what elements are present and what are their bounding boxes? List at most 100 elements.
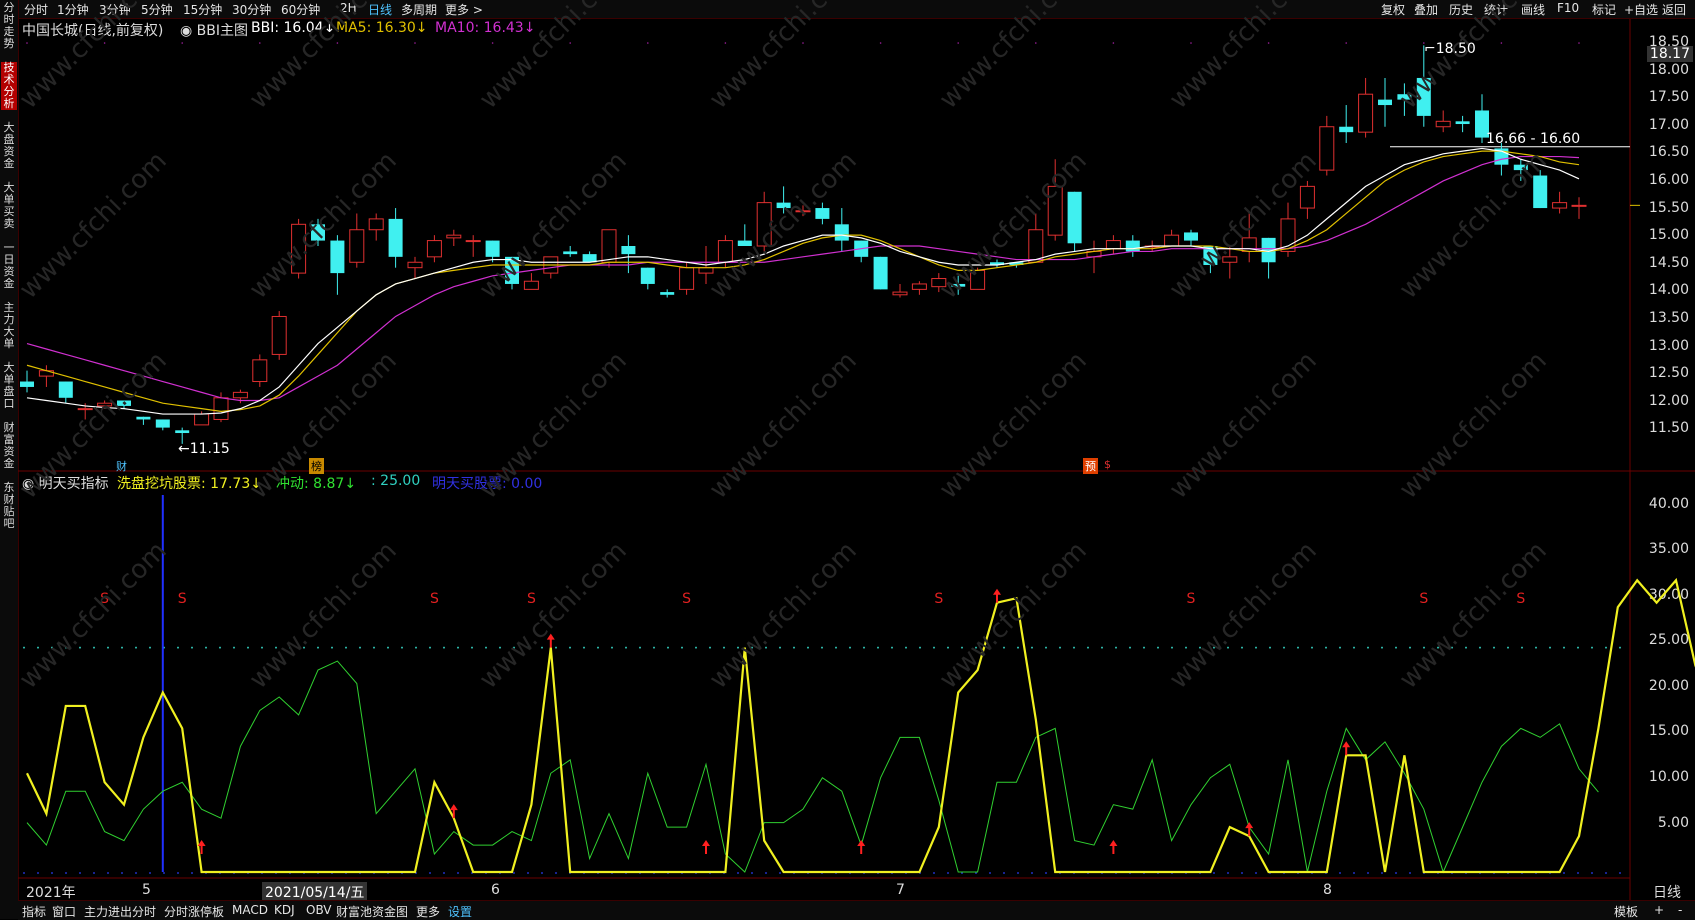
threshold-dot [1465,646,1467,649]
threshold-dot [1409,646,1411,649]
ref-dot [1500,42,1503,44]
baseline-dot [1591,872,1593,874]
price-chart-canvas[interactable]: S S S S S S S S Swww.cfchi.com www.cfchi.com www.c… [0,0,1695,919]
threshold-dot [1619,646,1621,649]
candle-down [155,419,170,428]
bottom-tab[interactable]: KDJ [274,903,295,917]
threshold-dot [387,646,389,649]
threshold-dot [1185,646,1187,649]
dollar-badge[interactable]: $ [1102,458,1113,471]
baseline-dot [1241,872,1243,874]
ref-dot [802,42,804,44]
threshold-dot [807,646,809,649]
threshold-dot [191,646,193,649]
finance-badge[interactable]: 财 [114,458,129,474]
threshold-dot [23,646,25,649]
ref-dot [569,42,571,44]
threshold-dot [1325,646,1327,649]
candle-up [679,267,695,290]
sell-signal-mark: S [527,591,536,607]
x-tick: 2021年 [26,885,76,901]
forecast-badge[interactable]: 预 [1083,458,1098,474]
candle-up [1571,204,1587,207]
candle-down [660,292,675,295]
ref-dot [957,42,959,44]
bottom-tab[interactable]: MACD [232,903,268,917]
buy-arrow-icon [993,588,1001,603]
ref-dot [491,42,494,44]
threshold-dot [919,646,921,649]
bottom-tab[interactable]: 财富池资金图 [336,903,408,920]
candle-down [1067,191,1082,244]
threshold-dot [569,646,571,649]
baseline-dot [1003,872,1005,874]
bottom-tab[interactable]: OBV [306,903,332,917]
watermark: www.cfchi.com [1164,0,1323,115]
watermark: www.cfchi.com [244,346,403,505]
candle-down [175,430,190,434]
threshold-dot [597,646,599,649]
candle-up [523,280,539,290]
threshold-dot [93,646,95,649]
threshold-dot [471,646,473,649]
buy-arrow-icon [702,840,710,855]
zoom-out-button[interactable]: - [1678,903,1682,917]
watermark: www.cfchi.com [14,536,173,695]
indicator-tabbar: 指标 窗口 主力进出分时 分时涨停板 MACD KDJ OBV 财富池资金图 更… [18,900,1695,920]
threshold-dot [863,646,865,649]
buy-arrow-icon [1109,840,1118,855]
threshold-dot [149,646,151,649]
threshold-dot [177,646,179,649]
ref-dot [26,42,28,44]
bottom-tab[interactable]: 窗口 [52,903,76,920]
threshold-dot [1157,646,1159,649]
watermark: www.cfchi.com [934,346,1093,505]
threshold-dot [1241,646,1243,649]
threshold-dot [1563,646,1565,649]
bottom-tab[interactable]: 指标 [22,903,46,920]
template-button[interactable]: 模板 [1614,903,1638,920]
candle-up [368,218,384,231]
bottom-tab[interactable]: 更多 [416,903,440,920]
rank-badge[interactable]: 榜 [309,458,324,474]
watermark: www.cfchi.com [1394,346,1553,505]
baseline-dot [79,872,81,874]
high-price-label: ⌐18.50 [1424,41,1476,57]
threshold-dot [821,646,823,649]
candle-down [640,267,655,284]
baseline-dot [1409,872,1411,874]
threshold-dot [1297,646,1299,649]
watermark: www.cfchi.com [14,146,173,305]
threshold-dot [905,646,907,649]
threshold-dot [331,646,333,649]
threshold-dot [877,646,879,649]
baseline-dot [947,872,949,874]
baseline-dot [1367,872,1369,874]
watermark: www.cfchi.com [1394,0,1553,115]
candle-up [349,229,365,263]
bottom-tab[interactable]: 主力进出分时 [84,903,156,920]
threshold-dot [681,646,683,649]
ref-dot [414,42,416,44]
settings-tab[interactable]: 设置 [448,903,472,920]
threshold-dot [1003,646,1005,649]
baseline-dot [457,872,459,874]
baseline-dot [1045,872,1047,874]
x-tick: 8 [1323,882,1332,898]
threshold-dot [359,646,361,649]
bottom-tab[interactable]: 分时涨停板 [164,903,224,920]
zoom-in-button[interactable]: + [1654,903,1664,917]
baseline-dot [93,872,95,874]
baseline-dot [149,872,151,874]
threshold-dot [1269,646,1271,649]
candle-up [1358,93,1374,133]
ref-dot [724,42,727,44]
threshold-dot [1087,646,1089,649]
baseline-dot [1017,872,1019,874]
watermark: www.cfchi.com [14,0,173,115]
threshold-dot [1171,646,1173,649]
threshold-dot [373,646,375,649]
baseline-dot [1031,872,1033,874]
threshold-dot [1605,646,1607,649]
buy-arrow-icon [1342,741,1351,756]
